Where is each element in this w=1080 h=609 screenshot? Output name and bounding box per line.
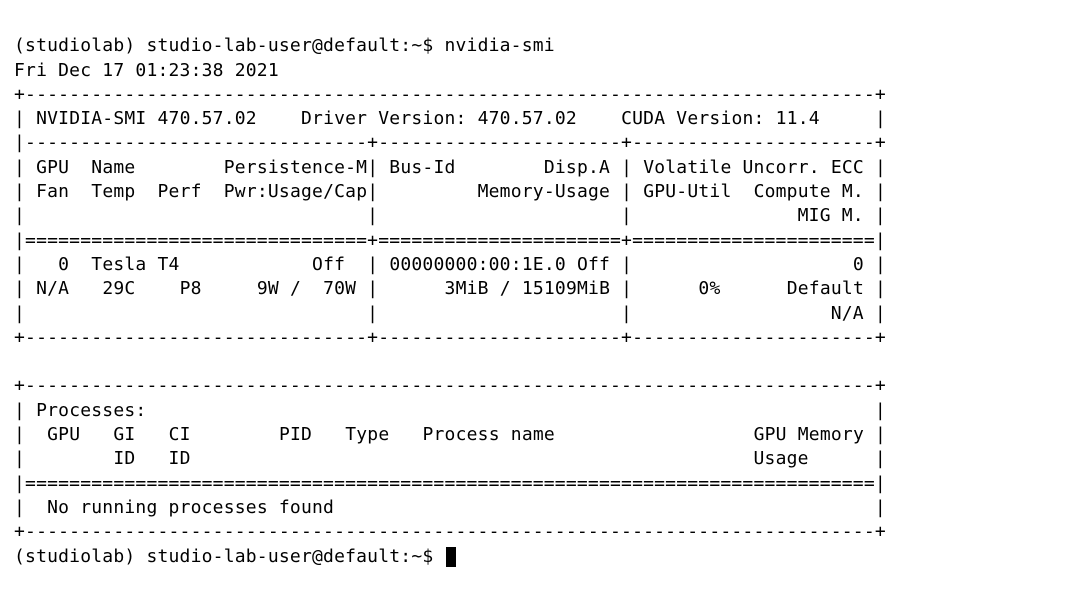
proc-title-line: | Processes: | xyxy=(14,400,886,421)
col-temp: Temp xyxy=(91,181,135,202)
col-ecc: Volatile Uncorr. ECC xyxy=(643,157,864,178)
proc-col-name: Process name xyxy=(422,424,554,445)
no-processes-text: No running processes found xyxy=(47,497,334,518)
gpu-perf: P8 xyxy=(180,278,202,299)
col-persistence: Persistence-M xyxy=(224,157,367,178)
proc-col-gpumem: GPU Memory xyxy=(754,424,864,445)
gpu-row-line-1: | 0 Tesla T4 Off | 00000000:00:1E.0 Off … xyxy=(14,254,886,275)
proc-col-ci-id: ID xyxy=(169,448,191,469)
gpu-busid: 00000000:00:1E.0 xyxy=(389,254,566,275)
proc-col-pid: PID xyxy=(279,424,312,445)
columns-line-3: | | | MIG M. | xyxy=(14,205,886,226)
gpu-index: 0 xyxy=(58,254,69,275)
gpu-row-line-3: | | | N/A | xyxy=(14,303,886,324)
proc-border-top: +---------------------------------------… xyxy=(14,375,886,396)
gpu-ecc: 0 xyxy=(853,254,864,275)
columns-line-2: | Fan Temp Perf Pwr:Usage/Cap| Memory-Us… xyxy=(14,181,886,202)
cuda-version: 11.4 xyxy=(776,108,820,129)
gpu-temp: 29C xyxy=(102,278,135,299)
shell-prompt: (studiolab) studio-lab-user@default:~$ xyxy=(14,35,444,56)
proc-cols-line-1: | GPU GI CI PID Type Process name GPU Me… xyxy=(14,424,886,445)
driver-label: Driver Version: xyxy=(301,108,467,129)
proc-col-type: Type xyxy=(345,424,389,445)
gpu-table-bottom: +-------------------------------+-------… xyxy=(14,327,886,348)
proc-double-separator: |=======================================… xyxy=(14,473,886,494)
prompt-line-2[interactable]: (studiolab) studio-lab-user@default:~$ xyxy=(14,546,456,567)
gpu-pwr-cap: 70W xyxy=(323,278,356,299)
gpu-fan: N/A xyxy=(36,278,69,299)
proc-col-gpu: GPU xyxy=(47,424,80,445)
double-separator: |===============================+=======… xyxy=(14,230,886,251)
proc-col-ci: CI xyxy=(169,424,191,445)
proc-cols-line-2: | ID ID Usage | xyxy=(14,448,886,469)
nvidia-smi-label: NVIDIA-SMI xyxy=(36,108,146,129)
proc-border-bottom: +---------------------------------------… xyxy=(14,521,886,542)
col-mem: Memory-Usage xyxy=(478,181,610,202)
col-busid: Bus-Id xyxy=(389,157,455,178)
terminal-output: (studiolab) studio-lab-user@default:~$ n… xyxy=(0,0,1080,579)
cursor-icon xyxy=(446,547,456,567)
cuda-label: CUDA Version: xyxy=(621,108,764,129)
header-separator: |-------------------------------+-------… xyxy=(14,132,886,153)
col-perf: Perf xyxy=(158,181,202,202)
timestamp-line: Fri Dec 17 01:23:38 2021 xyxy=(14,60,279,81)
col-gpu: GPU xyxy=(36,157,69,178)
border-top: +---------------------------------------… xyxy=(14,84,886,105)
proc-col-gi: GI xyxy=(113,424,135,445)
gpu-dispa: Off xyxy=(577,254,610,275)
proc-none-line: | No running processes found | xyxy=(14,497,886,518)
shell-prompt-2: (studiolab) studio-lab-user@default:~$ xyxy=(14,546,444,567)
processes-title: Processes: xyxy=(36,400,146,421)
col-mig: MIG M. xyxy=(798,205,864,226)
gpu-row-line-2: | N/A 29C P8 9W / 70W | 3MiB / 15109MiB … xyxy=(14,278,886,299)
columns-line-1: | GPU Name Persistence-M| Bus-Id Disp.A … xyxy=(14,157,886,178)
proc-col-usage: Usage xyxy=(754,448,809,469)
nvidia-smi-version: 470.57.02 xyxy=(158,108,257,129)
header-line: | NVIDIA-SMI 470.57.02 Driver Version: 4… xyxy=(14,108,886,129)
gpu-mem-used: 3MiB xyxy=(445,278,489,299)
col-pwr: Pwr:Usage/Cap xyxy=(224,181,367,202)
gpu-compute: Default xyxy=(787,278,864,299)
command-text: nvidia-smi xyxy=(444,35,554,56)
gpu-persistence: Off xyxy=(312,254,345,275)
gpu-mig: N/A xyxy=(831,303,864,324)
proc-col-gi-id: ID xyxy=(113,448,135,469)
gpu-mem-total: 15109MiB xyxy=(522,278,610,299)
driver-version: 470.57.02 xyxy=(478,108,577,129)
gpu-pwr-usage: 9W xyxy=(257,278,279,299)
blank-line xyxy=(14,351,886,372)
col-fan: Fan xyxy=(36,181,69,202)
prompt-line-1[interactable]: (studiolab) studio-lab-user@default:~$ n… xyxy=(14,35,555,56)
gpu-util: 0% xyxy=(698,278,720,299)
col-compute: Compute M. xyxy=(754,181,864,202)
col-util: GPU-Util xyxy=(643,181,731,202)
col-name: Name xyxy=(91,157,135,178)
col-dispa: Disp.A xyxy=(544,157,610,178)
gpu-name: Tesla T4 xyxy=(91,254,179,275)
